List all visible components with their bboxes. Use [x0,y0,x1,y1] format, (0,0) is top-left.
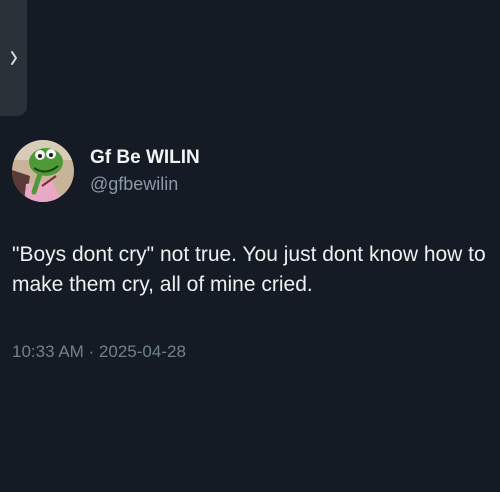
side-panel-expand-button[interactable] [0,0,27,116]
tweet-timestamp[interactable]: 10:33 AM · 2025-04-28 [12,340,186,364]
chevron-right-icon [9,49,19,67]
tweet-text: "Boys dont cry" not true. You just dont … [12,243,486,296]
author-handle[interactable]: @gfbewilin [90,172,200,196]
tweet-author: Gf Be WILIN @gfbewilin [12,140,200,202]
avatar[interactable] [12,140,74,202]
author-display-name[interactable]: Gf Be WILIN [90,146,200,170]
